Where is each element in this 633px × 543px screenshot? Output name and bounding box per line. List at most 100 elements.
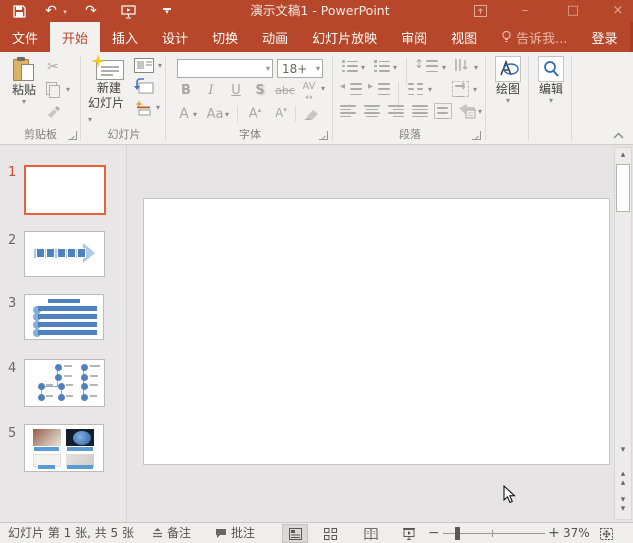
columns-dropdown-icon[interactable]: ▾: [428, 86, 432, 94]
columns-icon[interactable]: [408, 83, 424, 95]
underline-button[interactable]: U: [229, 83, 243, 98]
start-slideshow-icon[interactable]: [118, 2, 138, 19]
align-text-dropdown-icon[interactable]: ▾: [473, 86, 477, 94]
text-direction-dropdown-icon[interactable]: ▾: [474, 64, 478, 72]
distribute-text-icon[interactable]: [434, 103, 452, 119]
strikethrough-button[interactable]: abc: [273, 84, 297, 97]
tab-file[interactable]: 文件: [0, 22, 50, 52]
customize-quick-access-icon[interactable]: ▾: [160, 2, 174, 15]
font-dialog-launcher[interactable]: [319, 131, 328, 140]
collapse-ribbon-icon[interactable]: [613, 132, 625, 140]
slide-thumbnail-3[interactable]: [24, 294, 104, 340]
editor-area[interactable]: [128, 145, 613, 522]
zoom-slider-thumb[interactable]: [455, 527, 460, 540]
tab-animations[interactable]: 动画: [250, 22, 300, 52]
next-slide-icon[interactable]: ▾▾: [615, 496, 631, 511]
character-spacing-dropdown-icon[interactable]: ▾: [321, 85, 325, 93]
tab-design[interactable]: 设计: [150, 22, 200, 52]
tab-home[interactable]: 开始: [50, 22, 100, 52]
scroll-up-icon[interactable]: ▴: [615, 148, 631, 163]
paste-button[interactable]: 粘贴 ▾: [6, 57, 42, 106]
tab-insert[interactable]: 插入: [100, 22, 150, 52]
tell-me-box[interactable]: 告诉我...: [489, 22, 579, 52]
align-center-icon[interactable]: [364, 105, 380, 117]
text-shadow-button[interactable]: S: [253, 83, 267, 98]
font-size-combo[interactable]: 18+ ▾: [277, 59, 323, 78]
scrollbar-thumb[interactable]: [616, 164, 630, 212]
save-icon[interactable]: [10, 2, 28, 18]
slide-counter[interactable]: 幻灯片 第 1 张, 共 5 张: [8, 523, 134, 543]
text-direction-icon[interactable]: [454, 58, 470, 73]
change-case-dropdown-icon[interactable]: ▾: [225, 111, 229, 119]
bullets-dropdown-icon[interactable]: ▾: [361, 64, 365, 72]
convert-smartart-icon[interactable]: [458, 103, 476, 119]
copy-icon[interactable]: [46, 82, 57, 95]
tab-slideshow[interactable]: 幻灯片放映: [300, 22, 389, 52]
new-slide-button[interactable]: 新建 幻灯片 ▾: [88, 57, 130, 126]
undo-dropdown-icon[interactable]: ▾: [60, 2, 70, 22]
comments-button[interactable]: 批注: [215, 523, 255, 543]
tab-view[interactable]: 视图: [439, 22, 489, 52]
bullets-icon[interactable]: [342, 60, 358, 72]
line-spacing-icon[interactable]: ↕: [414, 57, 424, 71]
zoom-level[interactable]: 37%: [563, 523, 590, 543]
undo-icon[interactable]: ↶: [42, 2, 60, 20]
increase-indent-icon[interactable]: ▸: [368, 81, 373, 92]
format-painter-icon[interactable]: [45, 104, 61, 118]
numbering-icon[interactable]: [374, 60, 390, 72]
zoom-in-button[interactable]: +: [548, 523, 560, 543]
previous-slide-icon[interactable]: ▴▴: [615, 470, 631, 485]
change-case-button[interactable]: Aa: [205, 107, 225, 122]
justify-icon[interactable]: [412, 105, 428, 117]
editing-button[interactable]: 编辑 ▾: [537, 56, 565, 105]
ribbon-display-options-icon[interactable]: [465, 0, 495, 22]
section-dropdown-icon[interactable]: ▾: [156, 104, 160, 112]
character-spacing-button[interactable]: AV ↔: [299, 81, 319, 103]
normal-view-button[interactable]: [282, 524, 308, 543]
tab-transitions[interactable]: 切换: [200, 22, 250, 52]
layout-icon[interactable]: [134, 58, 154, 73]
decrease-indent-icon[interactable]: ◂: [340, 81, 345, 92]
clipboard-dialog-launcher[interactable]: [68, 131, 77, 140]
copy-dropdown-icon[interactable]: ▾: [66, 86, 70, 94]
slideshow-view-button[interactable]: [396, 524, 422, 543]
line-spacing-dropdown-icon[interactable]: ▾: [442, 64, 446, 72]
close-button[interactable]: ×: [603, 0, 633, 22]
font-color-button[interactable]: A: [177, 106, 191, 122]
minimize-button[interactable]: –: [510, 0, 540, 22]
smartart-dropdown-icon[interactable]: ▾: [478, 108, 482, 116]
clear-formatting-icon[interactable]: [303, 108, 319, 121]
zoom-slider-track[interactable]: [443, 533, 545, 534]
grow-font-button[interactable]: A▴: [247, 106, 263, 121]
slide-thumbnail-5[interactable]: [24, 424, 104, 472]
fit-slide-to-window-button[interactable]: [595, 524, 617, 543]
reading-view-button[interactable]: [358, 524, 384, 543]
tab-review[interactable]: 审阅: [389, 22, 439, 52]
font-name-combo[interactable]: ▾: [177, 59, 273, 78]
layout-dropdown-icon[interactable]: ▾: [158, 62, 162, 70]
slide-thumbnail-2[interactable]: [24, 231, 105, 277]
notes-button[interactable]: 备注: [152, 523, 191, 543]
slide-canvas[interactable]: [143, 198, 610, 465]
share-button[interactable]: 共享: [630, 22, 633, 52]
slide-thumbnail-1[interactable]: [24, 165, 106, 215]
reset-slide-icon[interactable]: [134, 78, 154, 94]
scroll-down-icon[interactable]: ▾: [615, 443, 631, 458]
align-left-icon[interactable]: [340, 105, 356, 117]
shrink-font-button[interactable]: A▾: [273, 106, 289, 120]
zoom-out-button[interactable]: −: [428, 523, 440, 543]
align-right-icon[interactable]: [388, 105, 404, 117]
paragraph-dialog-launcher[interactable]: [472, 131, 481, 140]
slide-thumbnail-4[interactable]: [24, 359, 105, 407]
sign-in-button[interactable]: 登录: [580, 22, 630, 52]
drawing-button[interactable]: 绘图 ▾: [494, 56, 522, 105]
italic-button[interactable]: I: [205, 83, 217, 98]
bold-button[interactable]: B: [179, 83, 193, 98]
section-icon[interactable]: [134, 100, 152, 116]
align-text-icon[interactable]: ↕: [452, 81, 469, 97]
vertical-scrollbar[interactable]: ▴ ▾ ▴▴ ▾▾: [614, 147, 632, 520]
maximize-button[interactable]: □: [558, 0, 588, 22]
slide-sorter-view-button[interactable]: [317, 524, 343, 543]
cut-icon[interactable]: ✂: [44, 59, 62, 75]
redo-icon[interactable]: ↷: [82, 2, 100, 20]
